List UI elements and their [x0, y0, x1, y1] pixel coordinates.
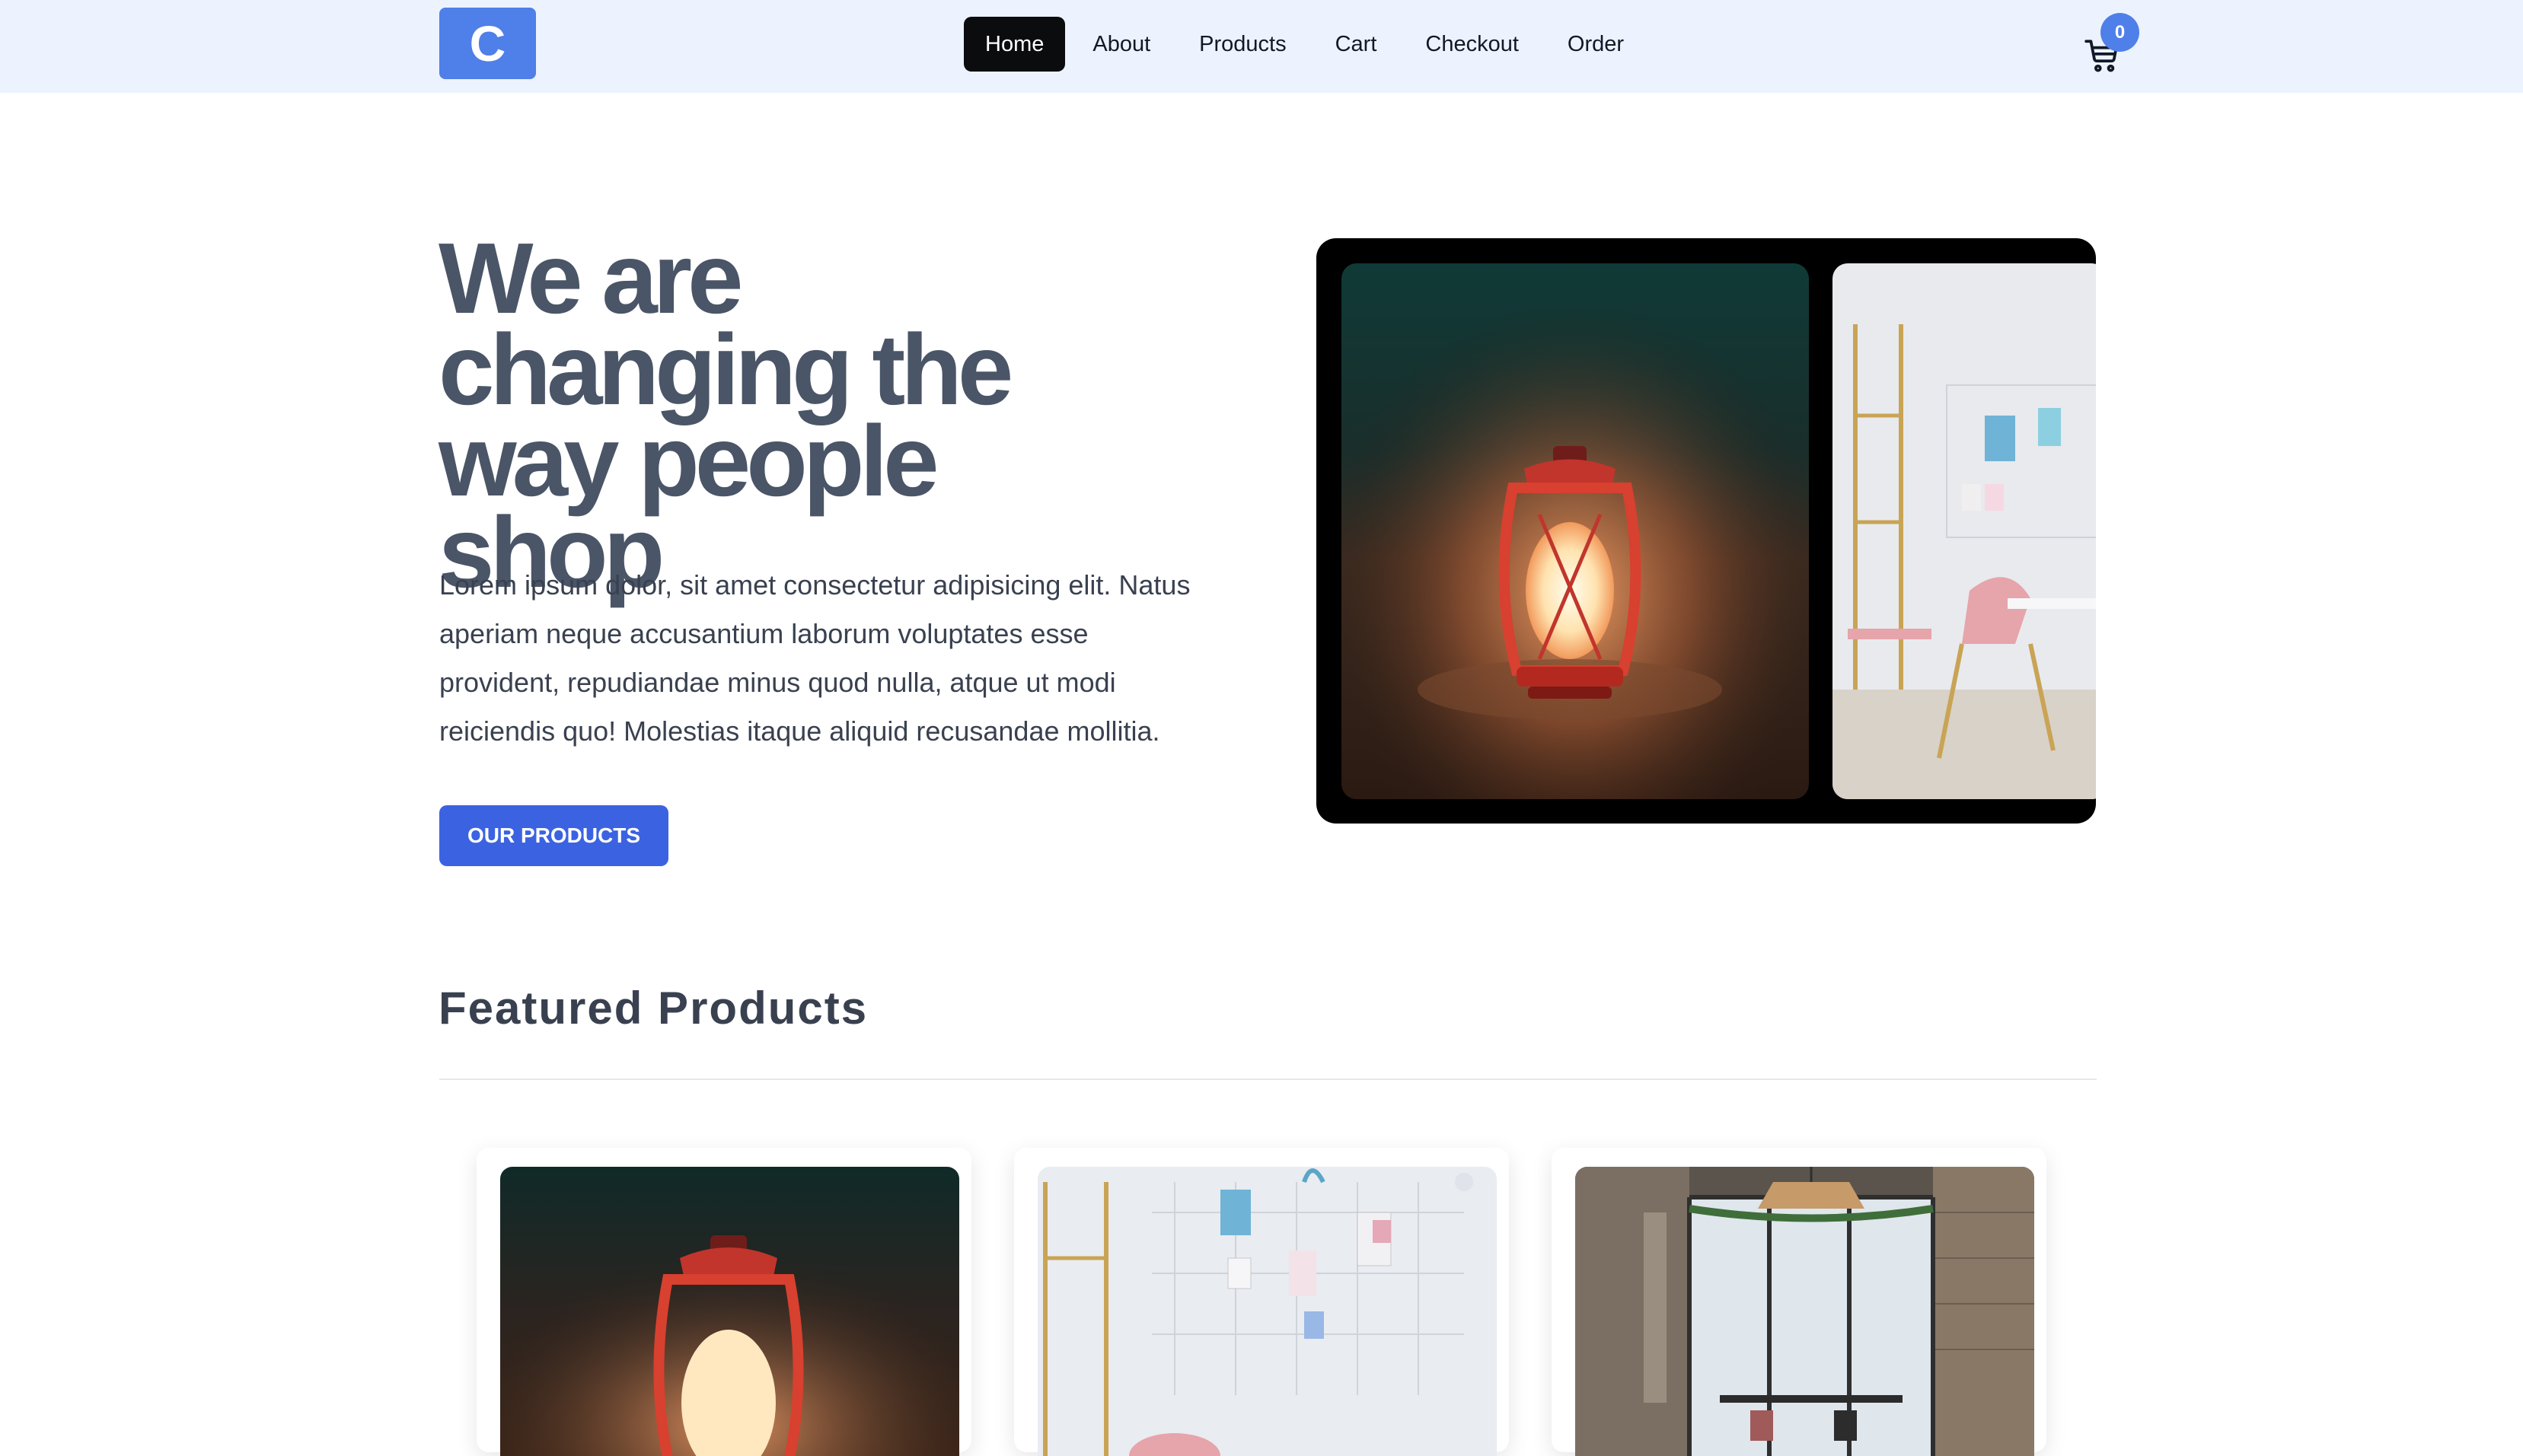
logo[interactable]: C	[439, 8, 536, 79]
featured-products-title: Featured Products	[439, 983, 869, 1034]
nav-link-checkout[interactable]: Checkout	[1404, 17, 1540, 72]
nav-link-cart[interactable]: Cart	[1314, 17, 1399, 72]
navbar: C Home About Products Cart Checkout Orde…	[0, 0, 2523, 93]
product-card[interactable]	[477, 1148, 971, 1456]
nav-link-order[interactable]: Order	[1546, 17, 1645, 72]
hero-title: We are changing the way people shop	[439, 222, 1013, 608]
product-card[interactable]	[1552, 1148, 2046, 1456]
product-card[interactable]	[1014, 1148, 1509, 1456]
nav-link-about[interactable]: About	[1071, 17, 1172, 72]
industrial-cafe-product-image	[1575, 1167, 2034, 1456]
nav-link-products[interactable]: Products	[1178, 17, 1307, 72]
divider	[439, 1078, 2097, 1080]
lantern-on-sand-image	[1341, 263, 1809, 799]
our-products-button[interactable]: OUR PRODUCTS	[439, 805, 668, 866]
lantern-product-image	[500, 1167, 959, 1456]
wall-grid-desk-product-image	[1038, 1167, 1497, 1456]
white-office-desk-image	[1832, 263, 2096, 799]
nav-link-home[interactable]: Home	[964, 17, 1066, 72]
cart-count-badge: 0	[2100, 13, 2139, 52]
nav-links: Home About Products Cart Checkout Order	[964, 17, 1645, 72]
hero-carousel[interactable]	[1316, 238, 2096, 824]
hero-text: Lorem ipsum dolor, sit amet consectetur …	[439, 569, 1191, 747]
